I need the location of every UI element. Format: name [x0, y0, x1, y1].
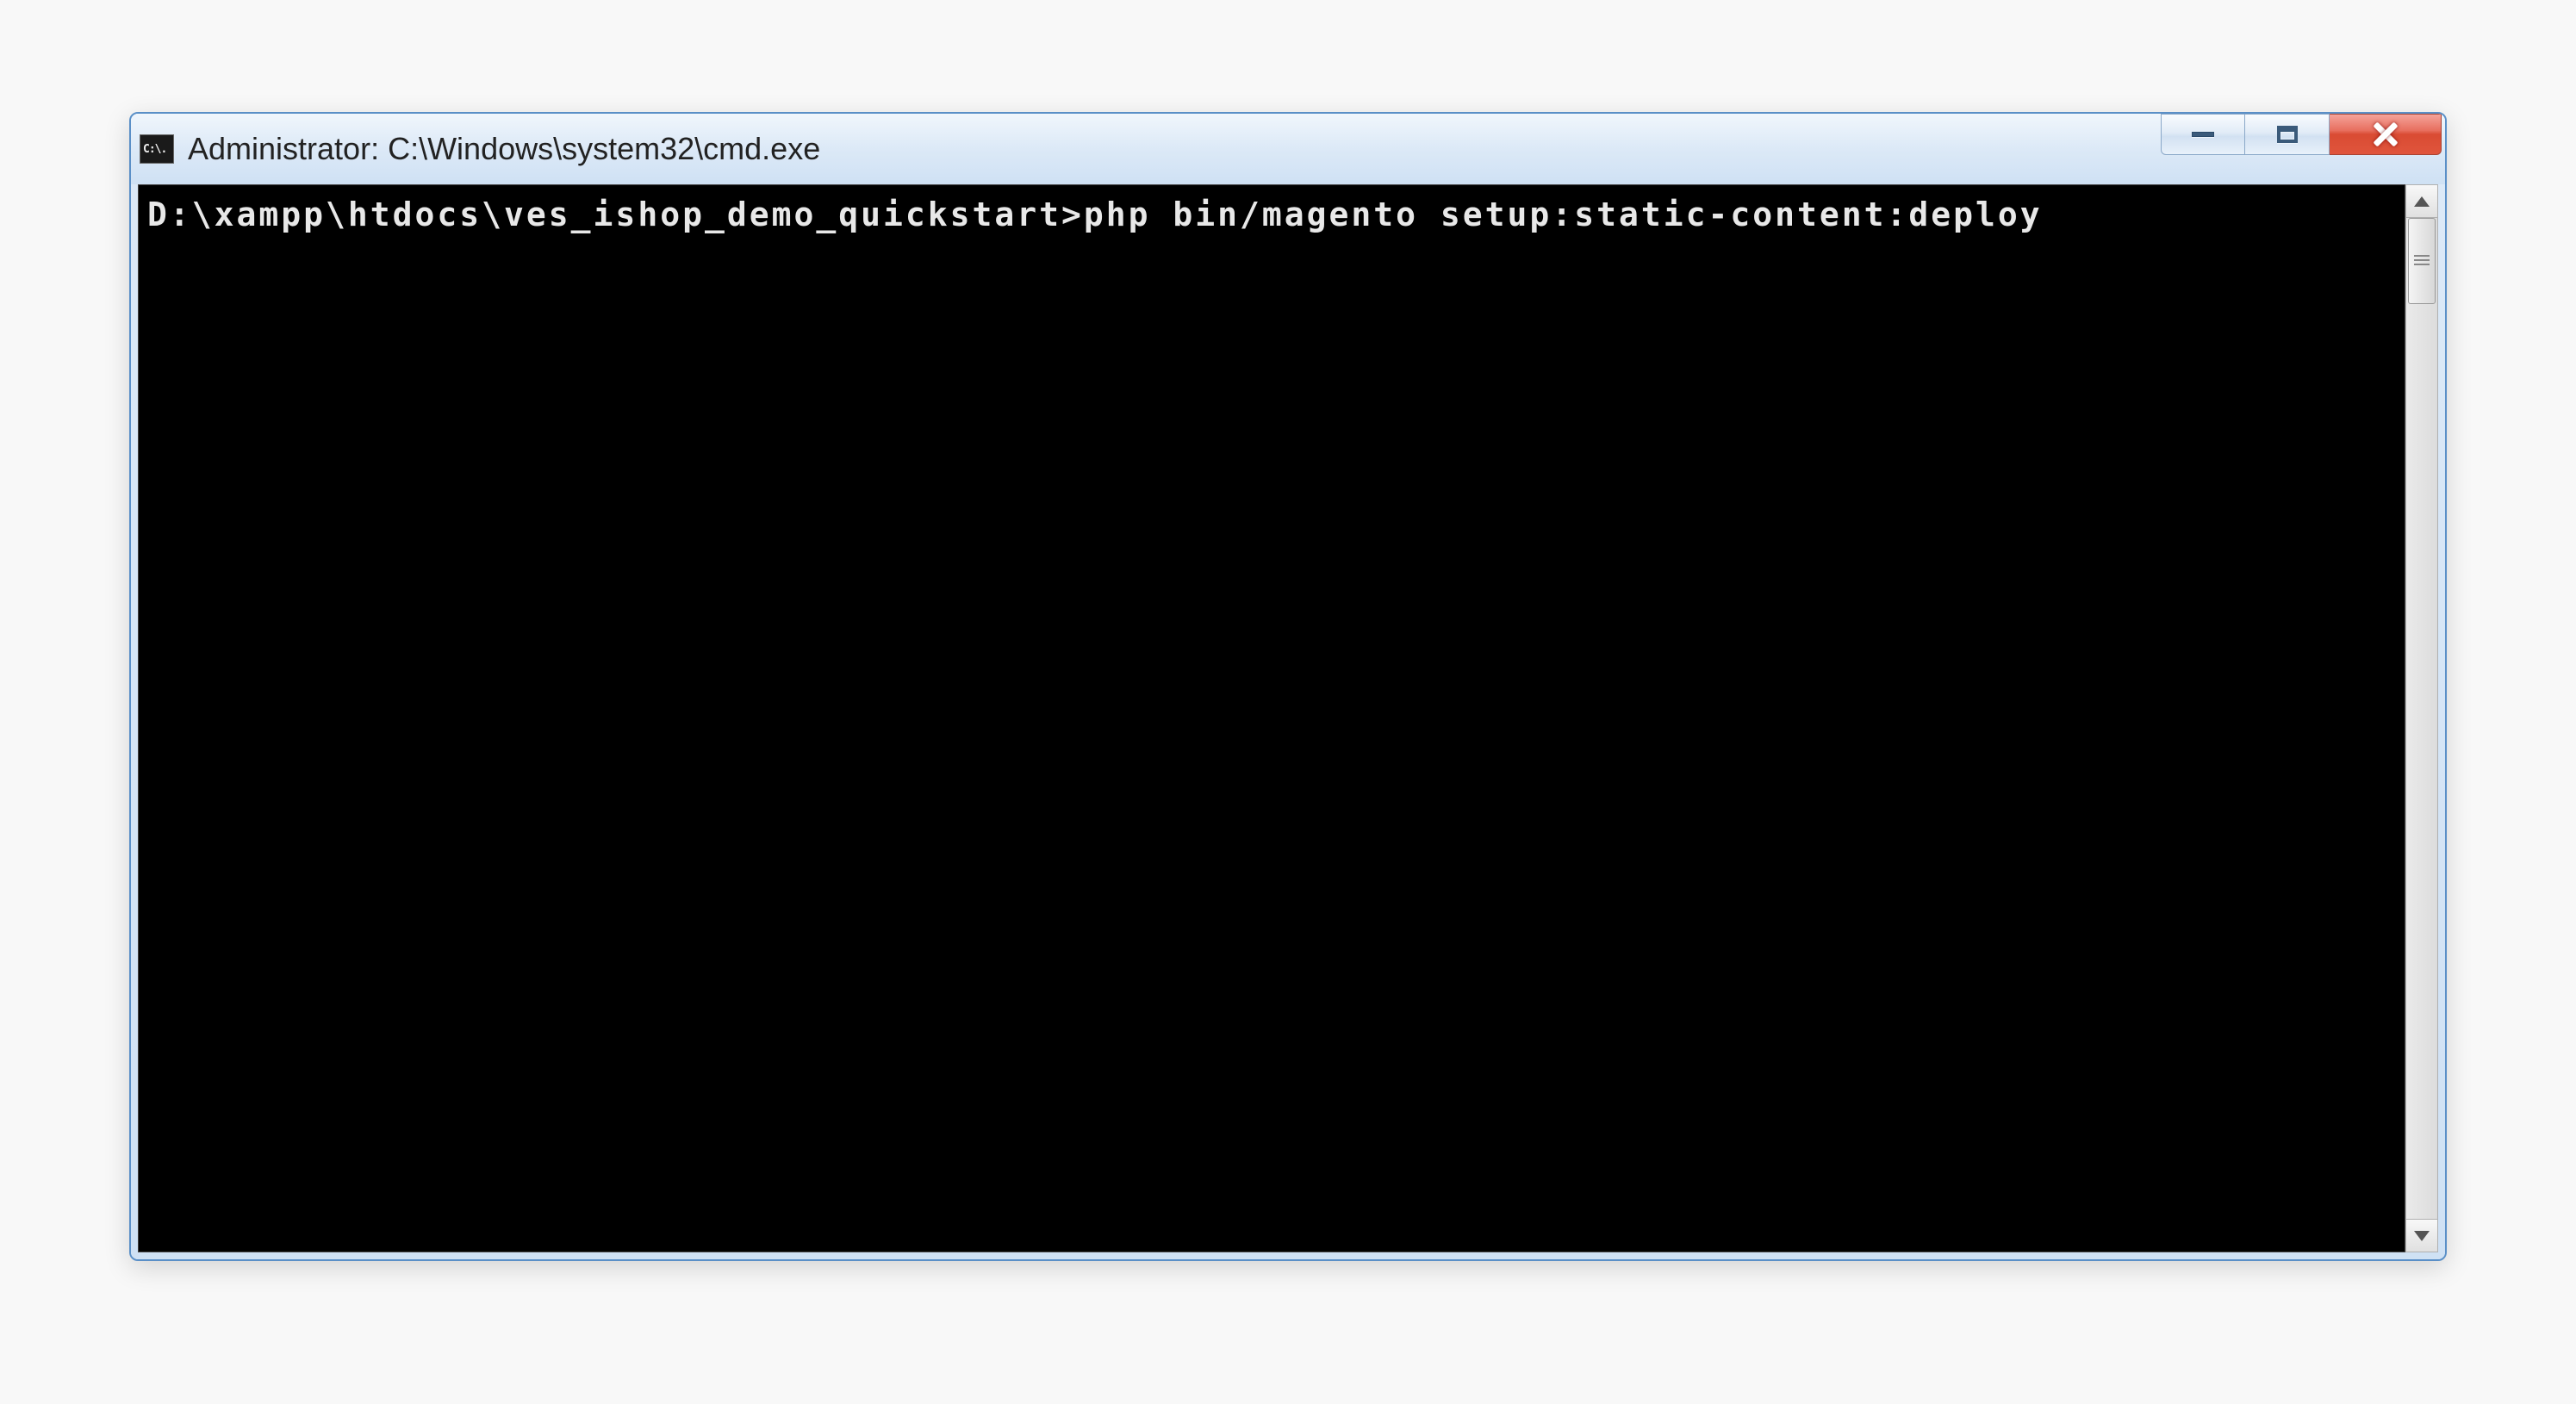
scroll-track[interactable]: [2406, 218, 2437, 1219]
cmd-icon-text: C:\.: [143, 143, 166, 156]
cmd-icon: C:\.: [140, 134, 174, 164]
terminal-area[interactable]: D:\xampp\htdocs\ves_ishop_demo_quickstar…: [138, 184, 2405, 1252]
arrow-down-icon: [2414, 1231, 2430, 1241]
maximize-button[interactable]: [2245, 114, 2330, 155]
close-button[interactable]: [2330, 114, 2442, 155]
vertical-scrollbar[interactable]: [2405, 184, 2438, 1252]
scroll-down-button[interactable]: [2406, 1219, 2437, 1252]
scroll-thumb[interactable]: [2408, 218, 2436, 304]
window-controls: [2161, 114, 2442, 157]
arrow-up-icon: [2414, 196, 2430, 207]
window-body: D:\xampp\htdocs\ves_ishop_demo_quickstar…: [131, 184, 2445, 1259]
titlebar[interactable]: C:\. Administrator: C:\Windows\system32\…: [131, 114, 2445, 184]
close-icon: [2373, 124, 2399, 145]
minimize-icon: [2192, 132, 2214, 137]
window-title: Administrator: C:\Windows\system32\cmd.e…: [188, 131, 2161, 167]
terminal-output: D:\xampp\htdocs\ves_ishop_demo_quickstar…: [147, 190, 2396, 239]
scroll-up-button[interactable]: [2406, 185, 2437, 218]
cmd-window: C:\. Administrator: C:\Windows\system32\…: [129, 112, 2447, 1261]
maximize-icon: [2277, 126, 2298, 143]
minimize-button[interactable]: [2161, 114, 2245, 155]
